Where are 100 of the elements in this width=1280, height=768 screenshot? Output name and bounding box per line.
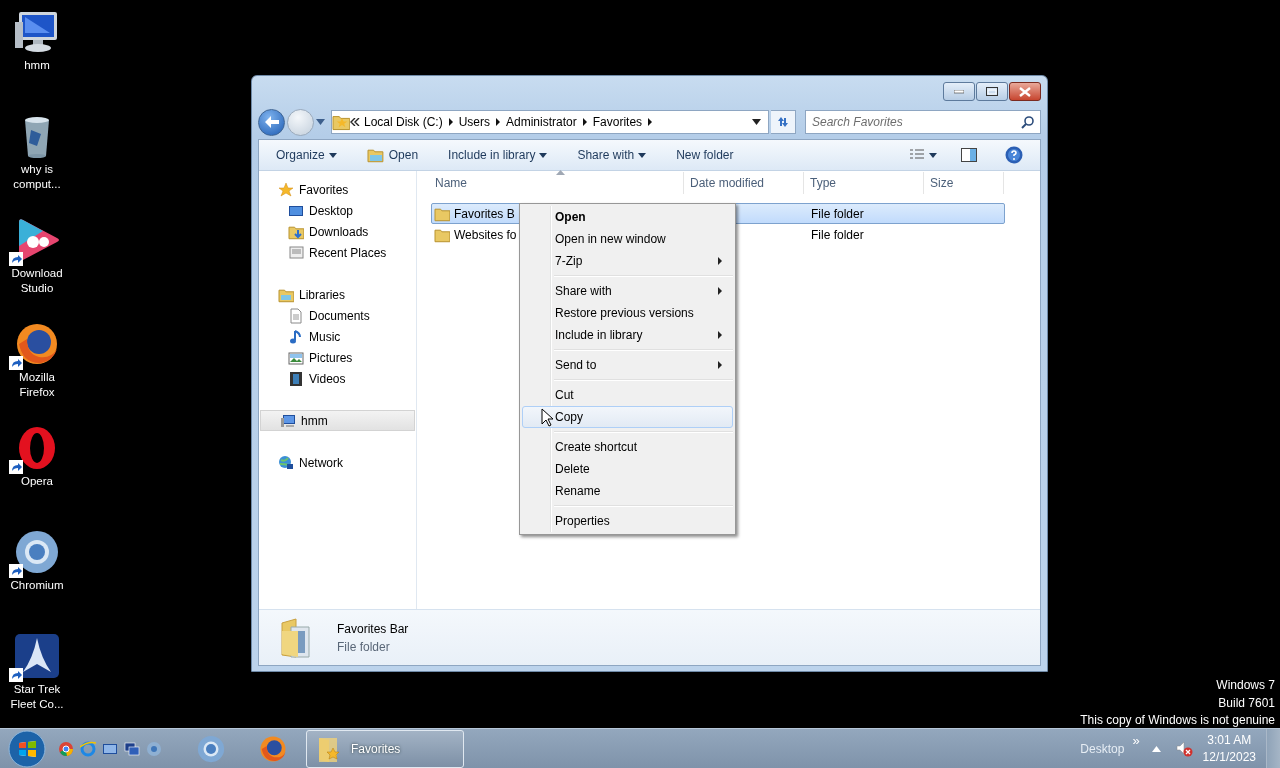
watermark-text: Build 7601 bbox=[1217, 694, 1275, 712]
show-hidden-icons-icon[interactable] bbox=[1151, 745, 1161, 752]
breadcrumb[interactable]: Local Disk (C:) bbox=[360, 113, 447, 131]
nav-item[interactable]: hmm bbox=[260, 410, 415, 431]
menu-item[interactable]: Restore previous versions bbox=[522, 302, 733, 324]
computer-icon bbox=[280, 412, 296, 429]
breadcrumb[interactable]: Users bbox=[454, 113, 495, 131]
details-view-icon bbox=[909, 148, 925, 162]
chromium-icon[interactable] bbox=[13, 528, 61, 576]
help-icon bbox=[1005, 146, 1023, 164]
nav-item[interactable]: Network bbox=[259, 452, 416, 473]
menu-item[interactable]: Open bbox=[522, 206, 733, 228]
item-type: File folder bbox=[337, 638, 391, 656]
restore-icon bbox=[986, 87, 998, 96]
start-button[interactable] bbox=[8, 729, 46, 768]
maximize-button[interactable] bbox=[976, 82, 1008, 101]
menu-item[interactable]: Cut bbox=[522, 384, 733, 406]
toolbar-button[interactable]: Share with bbox=[571, 144, 653, 166]
icon-label[interactable]: Mozilla Firefox bbox=[0, 370, 74, 400]
volume-muted-icon[interactable] bbox=[1174, 739, 1193, 758]
toolbar-button[interactable]: Organize bbox=[270, 144, 343, 166]
preview-pane-icon bbox=[961, 147, 977, 163]
search-field[interactable]: Search Favorites bbox=[805, 110, 1041, 134]
column-header[interactable]: Type bbox=[804, 172, 924, 194]
dropdown-arrow-icon bbox=[539, 152, 548, 158]
chevron-icon[interactable] bbox=[446, 118, 455, 126]
minimize-icon bbox=[954, 89, 964, 94]
back-arrow-icon bbox=[263, 115, 280, 129]
submenu-arrow-icon bbox=[718, 331, 722, 339]
picture-icon bbox=[288, 349, 304, 366]
menu-item[interactable]: 7-Zip bbox=[522, 250, 733, 272]
nav-item[interactable]: Music bbox=[259, 326, 416, 347]
dropdown-arrow-icon bbox=[929, 152, 937, 158]
chromium-icon bbox=[196, 733, 226, 764]
nav-item[interactable]: Libraries bbox=[259, 284, 416, 305]
watermark-text: Windows 7 bbox=[1215, 677, 1275, 694]
delta-icon[interactable] bbox=[13, 632, 61, 680]
file-name: Websites fo bbox=[454, 226, 517, 244]
toolbar-button[interactable]: Open bbox=[360, 144, 425, 166]
menu-item[interactable]: Copy bbox=[522, 406, 733, 428]
overflow-chevron-icon bbox=[350, 118, 360, 126]
nav-item[interactable]: Desktop bbox=[259, 200, 416, 221]
dropdown-arrow-icon bbox=[638, 152, 647, 158]
toolbar-button[interactable]: Include in library bbox=[442, 144, 554, 166]
toolbar-button[interactable]: New folder bbox=[670, 144, 740, 166]
close-icon bbox=[1019, 86, 1031, 97]
breadcrumb[interactable]: Administrator bbox=[502, 113, 581, 131]
column-header[interactable]: Name bbox=[429, 172, 684, 194]
column-header[interactable]: Size bbox=[924, 172, 1004, 194]
menu-item[interactable]: Create shortcut bbox=[522, 436, 733, 458]
menu-item[interactable]: Open in new window bbox=[522, 228, 733, 250]
icon-label[interactable]: Star Trek Fleet Co... bbox=[0, 682, 74, 712]
search-icon bbox=[1021, 115, 1035, 129]
icon-label[interactable]: why is comput... bbox=[0, 162, 74, 192]
menu-item[interactable]: Share with bbox=[522, 280, 733, 302]
menu-item[interactable]: Properties bbox=[522, 510, 733, 532]
back-button[interactable] bbox=[258, 108, 285, 136]
file-type: File folder bbox=[810, 226, 865, 244]
minimize-button[interactable] bbox=[943, 82, 975, 101]
nav-item[interactable]: Recent Places bbox=[259, 242, 416, 263]
recent-places-icon bbox=[288, 244, 304, 261]
item-name: Favorites Bar bbox=[337, 620, 409, 638]
music-note-icon bbox=[288, 328, 304, 345]
chevron-icon[interactable] bbox=[646, 118, 655, 126]
dropdown-arrow-icon[interactable] bbox=[752, 119, 762, 125]
network-icon bbox=[278, 454, 294, 471]
document-icon bbox=[288, 307, 304, 324]
nav-item[interactable]: Downloads bbox=[259, 221, 416, 242]
watermark-text: This copy of Windows is not genuine bbox=[1080, 712, 1275, 729]
menu-item[interactable]: Send to bbox=[522, 354, 733, 376]
close-button[interactable] bbox=[1009, 82, 1041, 101]
nav-item[interactable]: Favorites bbox=[259, 179, 416, 200]
refresh-icon bbox=[775, 115, 791, 129]
icon-label[interactable]: hmm bbox=[0, 58, 74, 73]
nav-item[interactable]: Documents bbox=[259, 305, 416, 326]
windows-switch-icon[interactable] bbox=[124, 740, 140, 757]
favorites-folder-icon bbox=[332, 113, 350, 131]
dropdown-arrow-icon bbox=[328, 152, 337, 158]
folder-icon bbox=[366, 147, 385, 163]
chevron-icon[interactable] bbox=[494, 118, 503, 126]
nav-item[interactable]: Pictures bbox=[259, 347, 416, 368]
menu-item[interactable]: Include in library bbox=[522, 324, 733, 346]
icon-label[interactable]: Opera bbox=[0, 474, 74, 489]
icon-label[interactable]: Chromium bbox=[0, 578, 74, 593]
refresh-button[interactable] bbox=[771, 110, 796, 134]
menu-item[interactable]: Delete bbox=[522, 458, 733, 480]
submenu-arrow-icon bbox=[718, 287, 722, 295]
menu-item[interactable]: Rename bbox=[522, 480, 733, 502]
nav-item[interactable]: Videos bbox=[259, 368, 416, 389]
file-type: File folder bbox=[810, 205, 865, 223]
column-header[interactable]: Date modified bbox=[684, 172, 804, 194]
chrome-icon[interactable] bbox=[58, 740, 74, 757]
chevron-icon[interactable] bbox=[580, 118, 589, 126]
film-icon bbox=[288, 370, 304, 387]
breadcrumb[interactable]: Favorites bbox=[588, 113, 647, 131]
icon-label[interactable]: Download Studio bbox=[0, 266, 74, 296]
folder-icon bbox=[279, 616, 313, 659]
file-name: Favorites B bbox=[454, 205, 515, 223]
address-bar[interactable]: Local Disk (C:) Users Administrator Favorites bbox=[331, 110, 769, 134]
submenu-arrow-icon bbox=[718, 361, 722, 369]
